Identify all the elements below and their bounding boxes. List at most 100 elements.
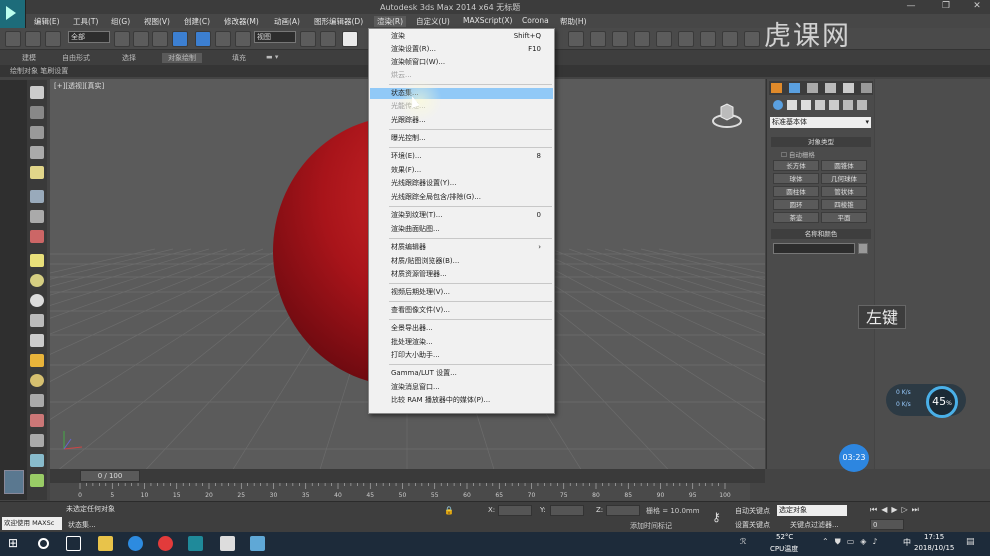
app-taskbar-icon[interactable] [250, 536, 265, 551]
render-iterative-icon[interactable] [700, 31, 716, 47]
cpu-gauge-circle[interactable]: 45% [926, 386, 958, 418]
yellow-disc-icon[interactable] [30, 274, 44, 287]
ribbon-options-icon[interactable]: ▬ ▾ [266, 53, 278, 61]
lock-icon[interactable]: 🔒 [444, 506, 454, 515]
maxscript-listener[interactable]: 欢迎使用 MAXSc [2, 517, 62, 530]
browser-icon[interactable] [128, 536, 143, 551]
select-object-icon[interactable] [114, 31, 130, 47]
track-bar[interactable]: 0 5 10 15 20 25 30 35 40 45 50 55 60 65 70 75 80 85 90 95 10… [50, 483, 750, 501]
menu-edit[interactable]: 编辑(E) [34, 16, 60, 27]
playback-controls[interactable]: ⏮◀▶▷⏭ [870, 505, 923, 515]
menu-animation[interactable]: 动画(A) [274, 16, 300, 27]
menu-item-view-image-file[interactable]: 查看图像文件(V)... [370, 305, 553, 316]
maximize-button[interactable]: ❐ [935, 1, 957, 14]
sun-tool-icon[interactable] [30, 354, 44, 367]
plane-button[interactable]: 平面 [821, 212, 867, 223]
bush-tool-icon[interactable] [30, 230, 44, 243]
curve-editor-icon[interactable] [568, 31, 584, 47]
menu-item-render[interactable]: 渲染 Shift+Q [370, 31, 553, 42]
menu-item-batch-render[interactable]: 批处理渲染... [370, 337, 553, 348]
geosphere-button[interactable]: 几何球体 [821, 173, 867, 184]
teapot-button[interactable]: 茶壶 [773, 212, 819, 223]
grass-tool-icon[interactable] [30, 210, 44, 223]
truss-tool-icon[interactable] [30, 434, 44, 447]
y-coordinate-field[interactable] [550, 505, 584, 516]
menu-item-material-browser[interactable]: 材质/贴图浏览器(B)... [370, 256, 553, 267]
keyboard-shortcut-icon[interactable] [342, 31, 358, 47]
menu-item-render-surface-map[interactable]: 渲染曲面贴图... [370, 224, 553, 235]
system-tray-icons[interactable]: ⌃⛊▭◈♪ [822, 537, 884, 547]
white-sphere-icon[interactable] [30, 294, 44, 307]
select-manipulate-icon[interactable] [320, 31, 336, 47]
menu-item-bake[interactable]: 烘云... [370, 70, 553, 81]
menu-item-rendered-frame-window[interactable]: 渲染帧窗口(W)... [370, 57, 553, 68]
object-color-swatch[interactable] [858, 243, 868, 254]
light-tool-icon[interactable] [30, 166, 44, 179]
windows-start-icon[interactable]: ⊞ [8, 536, 23, 551]
object-type-rollout[interactable]: 对象类型 [771, 137, 871, 147]
panel-tool-icon[interactable] [30, 146, 44, 159]
box-tool-icon[interactable] [30, 106, 44, 119]
menu-create[interactable]: 创建(C) [184, 16, 210, 27]
menu-item-exposure-control[interactable]: 曝光控制... [370, 133, 553, 144]
file-explorer-icon[interactable] [98, 536, 113, 551]
notifications-icon[interactable]: ▤ [966, 537, 975, 547]
people-icon[interactable]: ℛ [740, 537, 746, 546]
key-icon[interactable]: ⚷ [712, 510, 721, 524]
activeshade-icon[interactable] [722, 31, 738, 47]
torus-button[interactable]: 圆环 [773, 199, 819, 210]
redo-icon[interactable] [25, 31, 41, 47]
modify-tab-icon[interactable] [789, 83, 800, 93]
clock-date[interactable]: 2018/10/15 [914, 544, 954, 552]
ribbon-tab-modeling[interactable]: 建模 [22, 53, 36, 63]
rendered-frame-icon[interactable] [656, 31, 672, 47]
cone-tool-icon[interactable] [30, 334, 44, 347]
lights-icon[interactable] [801, 100, 811, 110]
recorder-icon[interactable] [220, 536, 235, 551]
z-coordinate-field[interactable] [606, 505, 640, 516]
select-by-name-icon[interactable] [133, 31, 149, 47]
menu-item-video-post[interactable]: 视频后期处理(V)... [370, 287, 553, 298]
ribbon-tab-selection[interactable]: 选择 [122, 53, 136, 63]
utilities-tab-icon[interactable] [861, 83, 872, 93]
menu-item-compare-ram-player[interactable]: 比较 RAM 播放器中的媒体(P)... [370, 395, 553, 406]
ribbon-sub-labels[interactable]: 绘制对象 笔刷设置 [10, 66, 68, 76]
sphere-tool-icon[interactable] [30, 86, 44, 99]
3dsmax-taskbar-icon[interactable] [188, 536, 203, 551]
schematic-view-icon[interactable] [590, 31, 606, 47]
ribbon-tab-freeform[interactable]: 自由形式 [62, 53, 90, 63]
helpers-icon[interactable] [829, 100, 839, 110]
cone-button[interactable]: 圆锥体 [821, 160, 867, 171]
active-viewport-thumbnail[interactable] [4, 470, 24, 494]
autogrid-checkbox[interactable]: ☐ 自动栅格 [781, 149, 815, 159]
pivot-center-icon[interactable] [300, 31, 316, 47]
sphere-button[interactable]: 球体 [773, 173, 819, 184]
menu-item-print-size-wizard[interactable]: 打印大小助手... [370, 350, 553, 361]
undo-icon[interactable] [5, 31, 21, 47]
stairs-tool-icon[interactable] [30, 394, 44, 407]
menu-item-panorama-exporter[interactable]: 全景导出器... [370, 323, 553, 334]
ribbon-tab-populate[interactable]: 填充 [232, 53, 246, 63]
auto-key-label[interactable]: 自动关键点 [735, 506, 770, 516]
rectangular-selection-icon[interactable] [152, 31, 168, 47]
shapes-icon[interactable] [787, 100, 797, 110]
yellow-box-icon[interactable] [30, 254, 44, 267]
gold-sphere-icon[interactable] [30, 374, 44, 387]
ribbon-tab-object-paint[interactable]: 对象绘制 [162, 53, 202, 63]
key-filters-button[interactable]: 关键点过滤器... [790, 520, 839, 530]
time-slider[interactable]: 0 / 100 [50, 469, 765, 483]
current-frame-field[interactable]: 0 [870, 519, 904, 530]
menu-maxscript[interactable]: MAXScript(X) [463, 16, 512, 25]
menu-item-raytracer-settings[interactable]: 光线跟踪器设置(Y)... [370, 178, 553, 189]
cameras-icon[interactable] [815, 100, 825, 110]
app-logo-icon[interactable] [0, 0, 26, 28]
geometry-icon[interactable] [773, 100, 783, 110]
x-coordinate-field[interactable] [498, 505, 532, 516]
search-icon[interactable] [38, 538, 49, 549]
torus-tool-icon[interactable] [30, 314, 44, 327]
menu-modifiers[interactable]: 修改器(M) [224, 16, 259, 27]
input-method-indicator[interactable]: 中 [903, 537, 911, 548]
menu-graph-editors[interactable]: 图形编辑器(D) [314, 16, 363, 27]
pipe-tool-icon[interactable] [30, 414, 44, 427]
spacewarps-icon[interactable] [843, 100, 853, 110]
